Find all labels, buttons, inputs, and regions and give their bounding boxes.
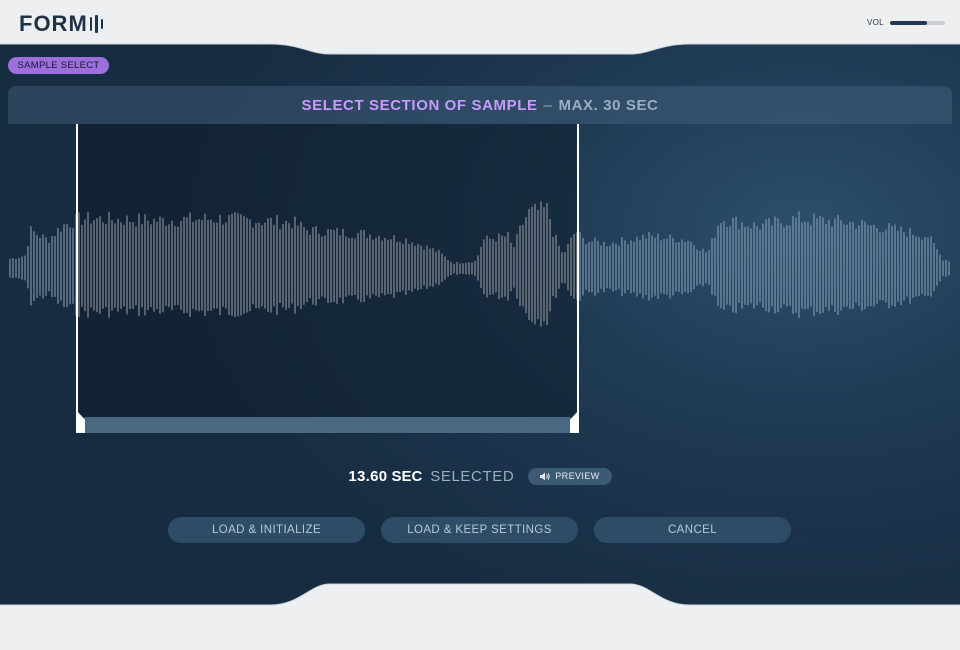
selected-label: SELECTED [430,467,515,485]
sample-select-window: FORM VOL SAMPLE SELECT SELECT SECTION OF… [0,0,960,650]
header-subtitle: MAX. 30 SEC [558,96,659,114]
load-keep-settings-button[interactable]: LOAD & KEEP SETTINGS [381,517,578,543]
preview-button[interactable]: PREVIEW [528,467,612,485]
selection-start-handle[interactable] [77,411,85,433]
header-title: SELECT SECTION OF SAMPLE [301,96,538,114]
load-initialize-button[interactable]: LOAD & INITIALIZE [168,517,365,543]
app-logo: FORM [19,11,104,37]
bottom-chrome [0,583,960,650]
selected-duration-value: 13.60 [348,467,388,485]
logo-text: FORM [19,11,88,36]
selection-end-handle[interactable] [570,411,578,433]
top-chrome [0,0,960,55]
volume-slider[interactable] [889,20,945,25]
header-separator: – [543,96,553,114]
preview-label: PREVIEW [555,471,600,481]
cancel-button[interactable]: CANCEL [594,517,791,543]
selected-duration-unit: SEC [391,467,423,485]
selection-scrollbar[interactable] [84,417,571,433]
selection-status: 13.60 SEC SELECTED PREVIEW [0,464,960,488]
volume-slider-fill [889,20,928,25]
speaker-icon [540,472,550,480]
logo-bars-icon [89,15,104,33]
selection-region[interactable] [76,124,579,433]
volume-label: VOL [867,18,884,27]
sample-select-tab[interactable]: SAMPLE SELECT [8,57,109,74]
volume-control[interactable]: VOL [867,18,945,27]
section-header: SELECT SECTION OF SAMPLE – MAX. 30 SEC [8,86,952,124]
